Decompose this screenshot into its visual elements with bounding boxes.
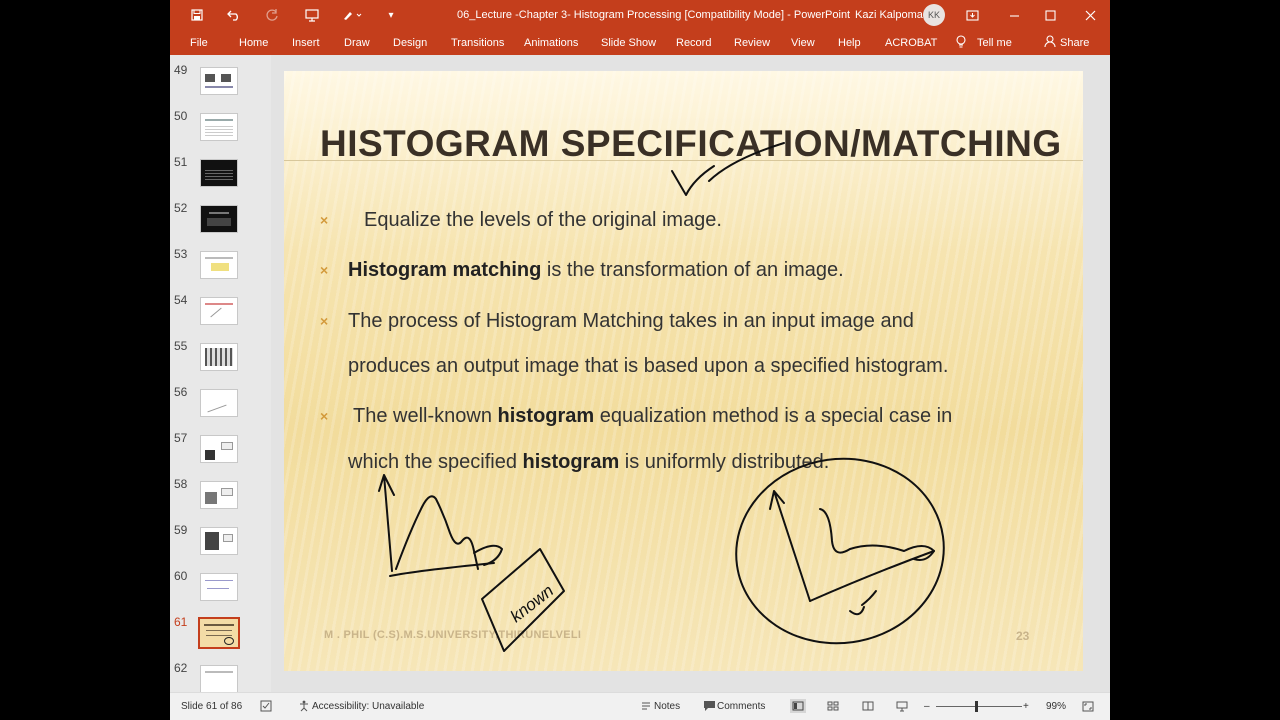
zoom-slider[interactable] — [936, 706, 1022, 707]
powerpoint-window: ▾ 06_Lecture -Chapter 3- Histogram Proce… — [170, 0, 1110, 720]
zoom-slider-thumb[interactable] — [975, 701, 978, 712]
slide-number: 54 — [174, 293, 188, 307]
slide-thumbnail[interactable] — [200, 665, 238, 692]
slide-thumbnail[interactable] — [200, 159, 238, 187]
slide-counter: Slide 61 of 86 — [181, 701, 243, 712]
normal-view-icon[interactable] — [790, 699, 806, 713]
zoom-level[interactable]: 99% — [1046, 701, 1066, 712]
slide-number: 52 — [174, 201, 188, 215]
tab-transitions[interactable]: Transitions — [451, 37, 504, 49]
avatar[interactable]: KK — [923, 4, 945, 26]
slide-thumbnail-selected[interactable] — [198, 617, 240, 649]
ink-known-text: known — [507, 581, 557, 626]
slide-show-icon[interactable] — [894, 699, 910, 713]
slide-number: 55 — [174, 339, 188, 353]
maximize-icon[interactable] — [1038, 4, 1062, 26]
slide-number: 60 — [174, 569, 188, 583]
share-person-icon[interactable] — [1044, 35, 1056, 51]
ink-checkmark — [671, 142, 785, 196]
slide-editor[interactable]: HISTOGRAM SPECIFICATION/MATCHING × Equal… — [271, 55, 1110, 692]
tab-design[interactable]: Design — [393, 37, 427, 49]
slide-thumbnail[interactable] — [200, 527, 238, 555]
tab-view[interactable]: View — [791, 37, 815, 49]
present-icon[interactable] — [303, 6, 321, 24]
reading-view-icon[interactable] — [860, 699, 876, 713]
ink-circle — [735, 457, 945, 645]
slide-thumbnail[interactable] — [200, 389, 238, 417]
slide-thumbnail[interactable] — [200, 343, 238, 371]
user-name[interactable]: Kazi Kalpoma — [855, 9, 923, 21]
slide-number: 62 — [174, 661, 188, 675]
ribbon-display-icon[interactable] — [960, 4, 984, 26]
ribbon-tabs: File Home Insert Draw Design Transitions… — [170, 30, 1110, 55]
tab-acrobat[interactable]: ACROBAT — [885, 37, 937, 49]
slide-number-selected: 61 — [174, 615, 188, 629]
fit-to-window-icon[interactable] — [1080, 699, 1096, 713]
tab-help[interactable]: Help — [838, 37, 861, 49]
slide-number: 58 — [174, 477, 188, 491]
notes-icon[interactable] — [638, 699, 654, 713]
tab-file[interactable]: File — [190, 37, 208, 49]
pen-icon[interactable] — [340, 6, 366, 24]
save-icon[interactable] — [188, 6, 206, 24]
slide-thumbnail[interactable] — [200, 481, 238, 509]
tab-animations[interactable]: Animations — [524, 37, 578, 49]
slide-number: 59 — [174, 523, 188, 537]
slide-number: 56 — [174, 385, 188, 399]
zoom-out-button[interactable]: – — [924, 701, 930, 712]
lightbulb-icon[interactable] — [956, 35, 966, 51]
tab-insert[interactable]: Insert — [292, 37, 320, 49]
tab-review[interactable]: Review — [734, 37, 770, 49]
zoom-in-button[interactable]: + — [1023, 701, 1029, 712]
status-bar: Slide 61 of 86 Accessibility: Unavailabl… — [170, 692, 1110, 720]
comments-button[interactable]: Comments — [717, 701, 765, 712]
slide-thumbnail[interactable] — [200, 573, 238, 601]
spelling-icon[interactable] — [258, 699, 274, 713]
tell-me-search[interactable]: Tell me — [977, 37, 1012, 49]
desktop-background — [1110, 0, 1280, 720]
ink-left-curve — [395, 495, 479, 570]
slide-thumbnail[interactable] — [200, 67, 238, 95]
slide-number: 50 — [174, 109, 188, 123]
ink-mark — [849, 590, 877, 616]
tab-slide-show[interactable]: Slide Show — [601, 37, 656, 49]
notes-button[interactable]: Notes — [654, 701, 680, 712]
accessibility-icon[interactable] — [296, 699, 312, 713]
slide-thumbnail[interactable] — [200, 297, 238, 325]
ink-arrow-to-label — [473, 544, 503, 566]
comments-icon[interactable] — [701, 699, 717, 713]
slide-thumbnail[interactable] — [200, 113, 238, 141]
title-bar: ▾ 06_Lecture -Chapter 3- Histogram Proce… — [170, 0, 1110, 30]
slide-number: 57 — [174, 431, 188, 445]
tab-home[interactable]: Home — [239, 37, 268, 49]
share-button[interactable]: Share — [1060, 37, 1089, 49]
slide-canvas[interactable]: HISTOGRAM SPECIFICATION/MATCHING × Equal… — [284, 71, 1083, 671]
ink-left-axis — [378, 474, 395, 572]
slide-sorter-icon[interactable] — [825, 699, 841, 713]
slide-thumbnail[interactable] — [200, 251, 238, 279]
tab-draw[interactable]: Draw — [344, 37, 370, 49]
slide-number: 53 — [174, 247, 188, 261]
accessibility-status[interactable]: Accessibility: Unavailable — [312, 701, 424, 712]
undo-icon[interactable] — [225, 6, 243, 24]
redo-icon[interactable] — [263, 6, 281, 24]
close-icon[interactable] — [1078, 4, 1102, 26]
tab-record[interactable]: Record — [676, 37, 711, 49]
customize-icon[interactable]: ▾ — [382, 6, 400, 24]
ink-right-curve — [819, 508, 935, 561]
slide-thumbnail[interactable] — [200, 205, 238, 233]
slide-number: 49 — [174, 63, 188, 77]
slide-number: 51 — [174, 155, 188, 169]
minimize-icon[interactable] — [1002, 4, 1026, 26]
slide-thumbnail[interactable] — [200, 435, 238, 463]
ink-right-axis — [769, 490, 811, 602]
slide-thumbnails-pane[interactable]: 49 50 51 52 53 54 55 56 57 58 59 60 61 6… — [170, 55, 270, 692]
document-title: 06_Lecture -Chapter 3- Histogram Process… — [457, 9, 851, 21]
ink-annotations[interactable]: known — [284, 71, 1083, 671]
